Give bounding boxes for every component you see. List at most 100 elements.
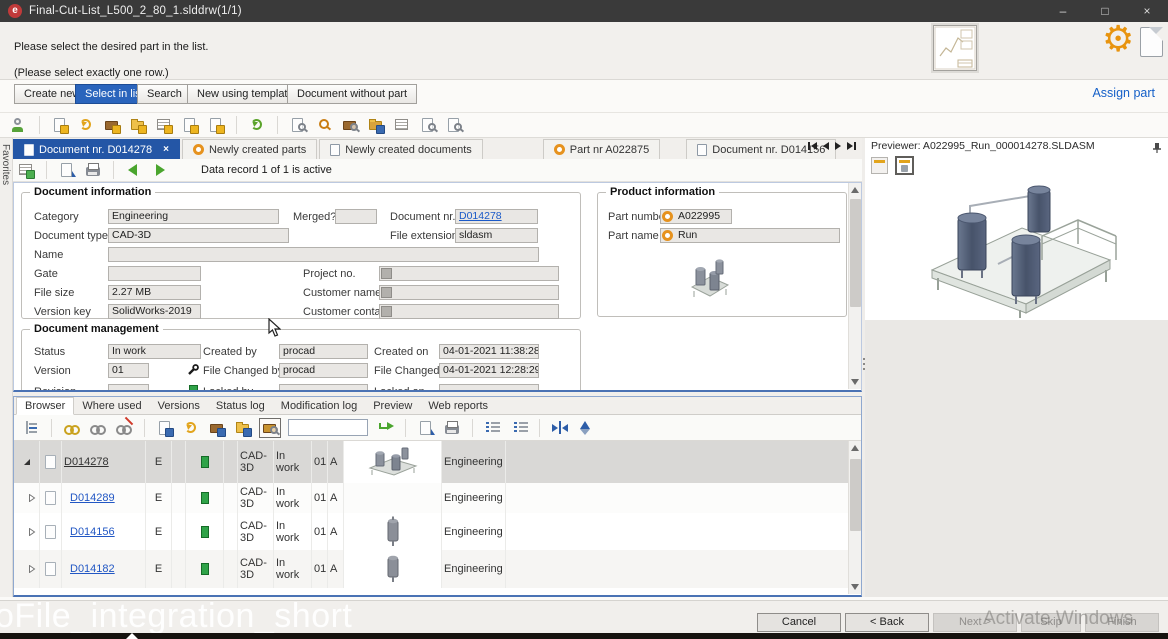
new-document-icon[interactable] <box>51 116 69 134</box>
sort-icon[interactable] <box>577 419 595 437</box>
back-button[interactable]: < Back <box>845 613 929 632</box>
apply-filter-icon[interactable] <box>376 419 394 437</box>
fit-columns-icon[interactable] <box>551 419 569 437</box>
tab-close-icon[interactable]: × <box>163 144 169 155</box>
thumbnail-toggle-icon[interactable] <box>259 418 281 438</box>
part-number-field[interactable]: A022995 <box>660 209 732 224</box>
table-row[interactable]: D014182 E CAD-3D In work 01 A Engineerin… <box>14 550 848 588</box>
filter-folder-icon[interactable] <box>234 419 252 437</box>
document-view-icon[interactable] <box>445 116 463 134</box>
table-filter-icon[interactable] <box>155 116 173 134</box>
revision-field[interactable] <box>108 384 149 392</box>
tab-browser[interactable]: Browser <box>16 397 74 415</box>
checkin-icon[interactable] <box>103 116 121 134</box>
view-all-glasses-icon[interactable] <box>89 419 107 437</box>
tree-structure-icon[interactable] <box>22 419 40 437</box>
tab-preview[interactable]: Preview <box>365 398 420 414</box>
locked-on-field[interactable] <box>439 384 539 392</box>
expander-expanded-icon[interactable] <box>23 458 31 466</box>
title-bar[interactable]: e Final-Cut-List_L500_2_80_1.slddrw(1/1)… <box>0 0 1168 22</box>
locked-by-field[interactable] <box>279 384 368 392</box>
lookup-icon[interactable] <box>381 287 392 298</box>
next-record-icon[interactable] <box>151 161 169 179</box>
prev-tab-icon[interactable] <box>823 142 829 150</box>
scrollbar-thumb[interactable] <box>850 459 861 531</box>
export-list-icon[interactable] <box>417 419 435 437</box>
search-icon[interactable] <box>315 116 333 134</box>
search-button[interactable]: Search <box>137 84 192 104</box>
filter-document-icon[interactable] <box>156 419 174 437</box>
document-page-icon[interactable] <box>1140 27 1163 57</box>
filter-part-icon[interactable] <box>182 419 200 437</box>
category-field[interactable]: Engineering <box>108 209 279 224</box>
minimize-button[interactable]: – <box>1042 0 1084 22</box>
table-row[interactable]: D014156 E CAD-3D In work 01 A Engineerin… <box>14 513 848 550</box>
document-search-icon[interactable] <box>419 116 437 134</box>
merged-field[interactable] <box>335 209 377 224</box>
3d-model-preview[interactable] <box>910 178 1140 323</box>
lookup-icon[interactable] <box>381 268 392 279</box>
document-nr-link[interactable]: D014182 <box>70 563 115 575</box>
filter-checkin-icon[interactable] <box>208 419 226 437</box>
file-changed-by-field[interactable]: procad <box>279 363 368 378</box>
view-current-glasses-icon[interactable] <box>63 419 81 437</box>
expander-collapsed-icon[interactable] <box>28 565 36 573</box>
expander-collapsed-icon[interactable] <box>28 494 36 502</box>
browser-scrollbar[interactable] <box>848 441 861 594</box>
preview-image-view-icon[interactable] <box>895 156 914 175</box>
customer-contact-field[interactable] <box>379 304 559 319</box>
refresh-icon[interactable] <box>248 116 266 134</box>
name-field[interactable] <box>108 247 539 262</box>
part-gear-icon[interactable]: ⚙ <box>1102 18 1134 60</box>
checkin-search-icon[interactable] <box>341 116 359 134</box>
next-button[interactable]: Next > <box>933 613 1017 632</box>
tab-versions[interactable]: Versions <box>150 398 208 414</box>
browser-filter-input[interactable] <box>288 419 368 436</box>
hide-glasses-icon[interactable] <box>115 419 133 437</box>
file-size-field[interactable]: 2.27 MB <box>108 285 201 300</box>
first-tab-icon[interactable] <box>808 142 817 150</box>
last-tab-icon[interactable] <box>847 142 856 150</box>
cancel-button[interactable]: Cancel <box>757 613 841 632</box>
print-list-icon[interactable] <box>443 419 461 437</box>
document-without-part-button[interactable]: Document without part <box>287 84 417 104</box>
preview-form-view-icon[interactable] <box>871 157 888 174</box>
document-nr-link[interactable]: D014289 <box>70 492 115 504</box>
tab-newly-created-parts[interactable]: Newly created parts <box>182 139 317 159</box>
created-on-field[interactable]: 04-01-2021 11:38:28 <box>439 344 539 359</box>
tab-newly-created-documents[interactable]: Newly created documents <box>319 139 483 159</box>
user-search-icon[interactable] <box>10 116 28 134</box>
customer-name-field[interactable] <box>379 285 559 300</box>
created-by-field[interactable]: procad <box>279 344 368 359</box>
tab-status-log[interactable]: Status log <box>208 398 273 414</box>
scroll-down-icon[interactable] <box>851 584 859 590</box>
document-preview-icon[interactable] <box>289 116 307 134</box>
refresh-part-icon[interactable] <box>77 116 95 134</box>
scroll-up-icon[interactable] <box>851 187 859 193</box>
prev-record-icon[interactable] <box>125 161 143 179</box>
expand-all-icon[interactable] <box>484 419 502 437</box>
version-field[interactable]: 01 <box>108 363 149 378</box>
lookup-icon[interactable] <box>381 306 392 317</box>
collapse-all-icon[interactable] <box>510 419 528 437</box>
print-record-icon[interactable] <box>84 161 102 179</box>
document-nr-link[interactable]: D014278 <box>455 209 538 224</box>
document-nr-link[interactable]: D014278 <box>64 456 109 468</box>
scroll-up-icon[interactable] <box>851 445 859 451</box>
table-row[interactable]: D014289 E CAD-3D In work 01 A Engineerin… <box>14 483 848 513</box>
tab-where-used[interactable]: Where used <box>74 398 149 414</box>
table-search-icon[interactable] <box>393 116 411 134</box>
part-name-field[interactable]: Run <box>660 228 840 243</box>
status-field[interactable]: In work <box>108 344 201 359</box>
tab-part-a022875[interactable]: Part nr A022875 <box>543 139 661 159</box>
scrollbar-thumb[interactable] <box>850 199 861 307</box>
expander-collapsed-icon[interactable] <box>28 528 36 536</box>
tab-web-reports[interactable]: Web reports <box>420 398 496 414</box>
finish-button[interactable]: Finish <box>1085 613 1159 632</box>
version-key-field[interactable]: SolidWorks-2019 <box>108 304 201 319</box>
file-extension-field[interactable]: sldasm <box>455 228 538 243</box>
tab-document-d014278[interactable]: Document nr. D014278 × <box>13 139 180 159</box>
assign-part-link[interactable]: Assign part <box>1092 86 1155 100</box>
pin-icon[interactable] <box>1152 141 1162 153</box>
skip-button[interactable]: Skip <box>1021 613 1081 632</box>
